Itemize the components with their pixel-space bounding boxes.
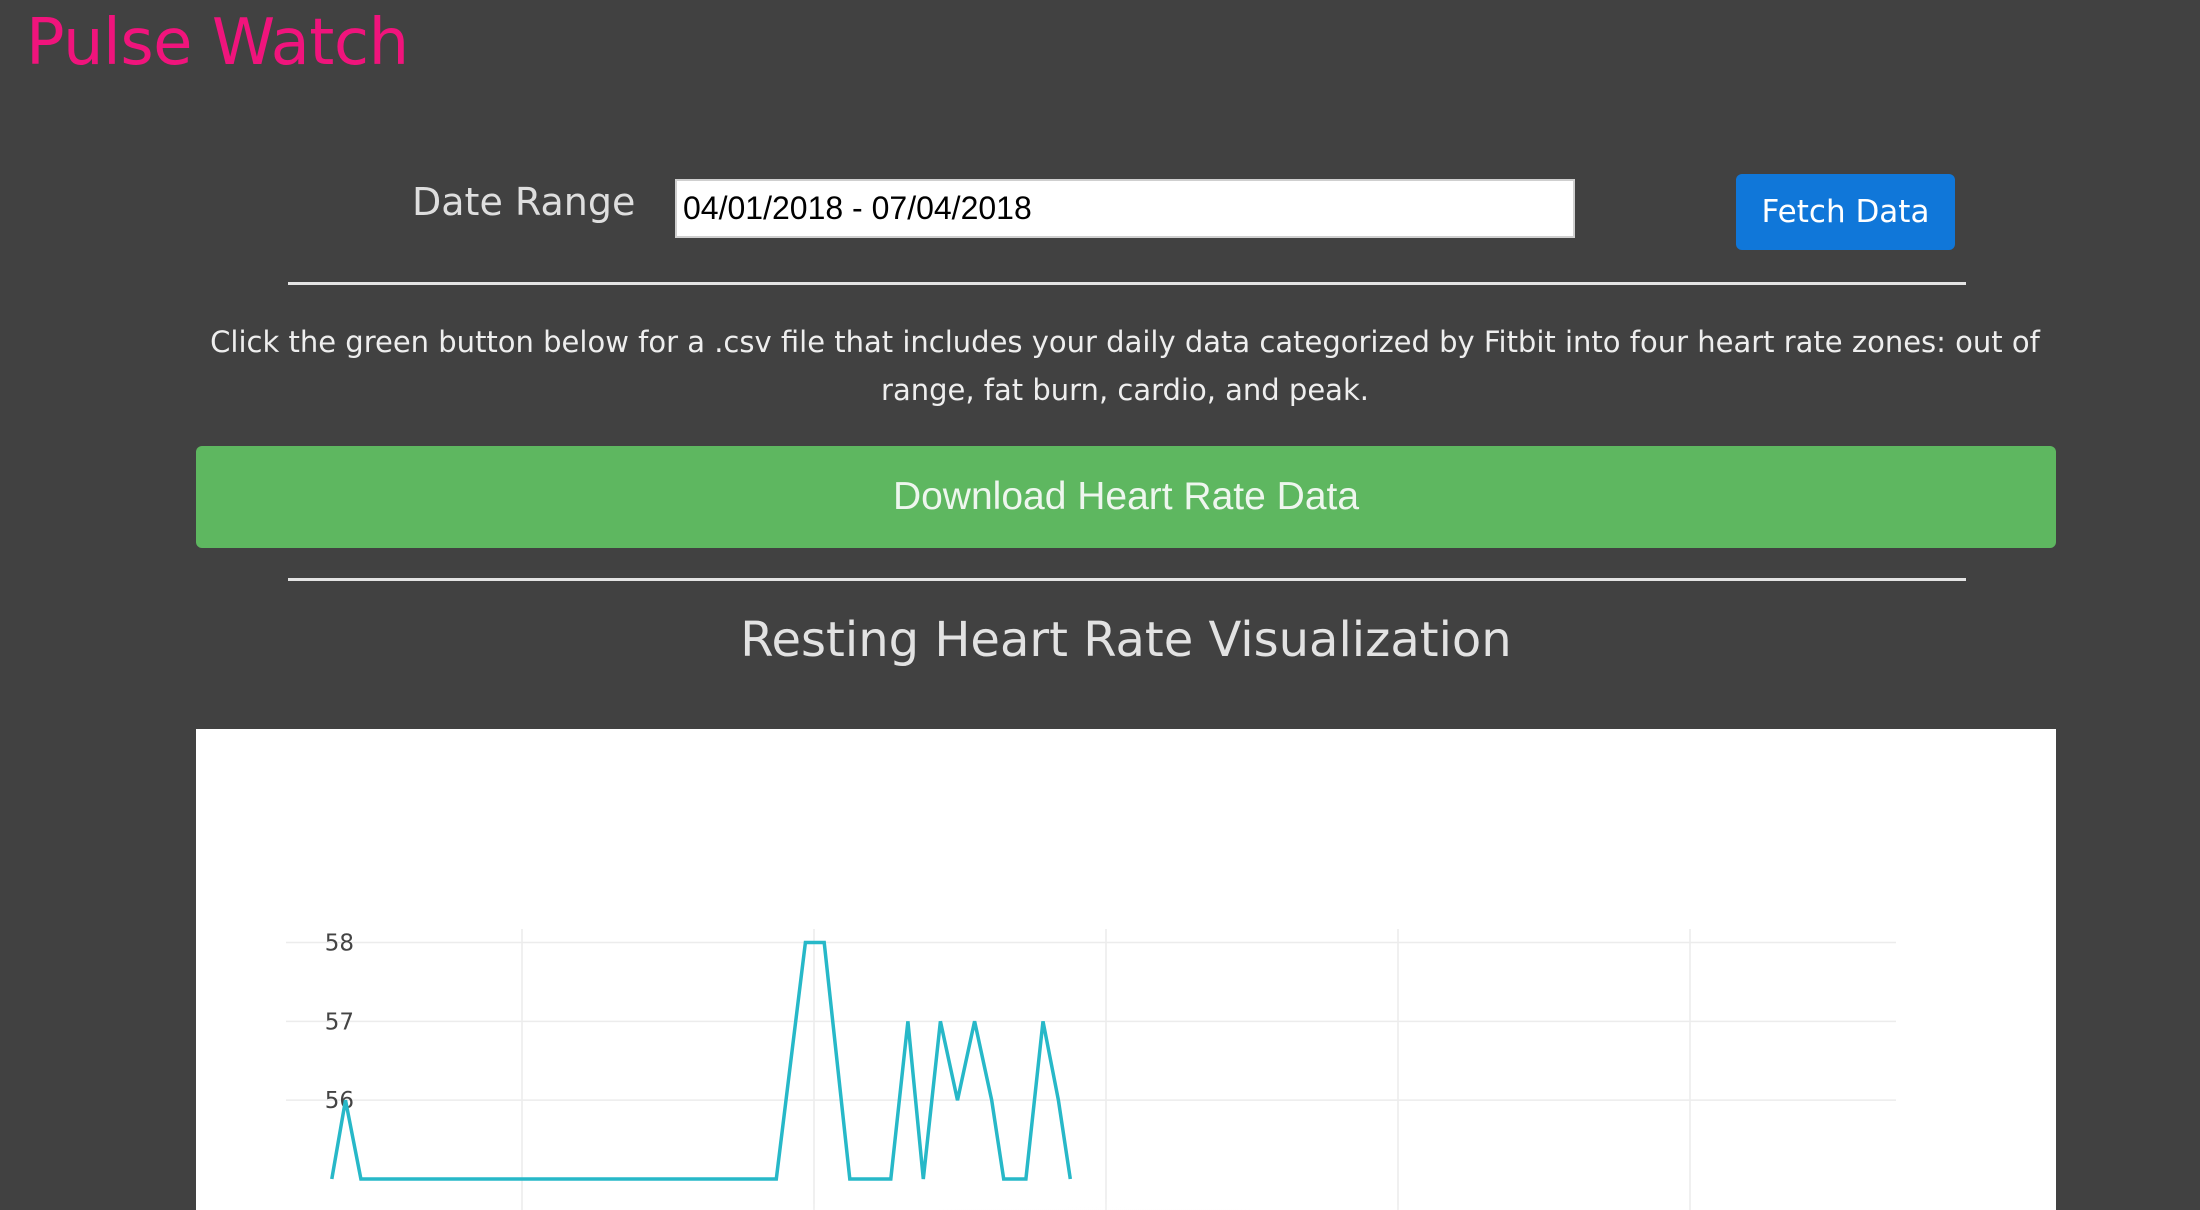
resting-heart-rate-chart[interactable]: 56 57 58: [196, 729, 2056, 1210]
chart-canvas: 56 57 58: [286, 929, 1896, 1210]
date-range-input[interactable]: [675, 179, 1575, 238]
bottom-fade: [446, 1149, 1746, 1210]
download-heart-rate-button[interactable]: Download Heart Rate Data: [196, 446, 2056, 548]
app-title: Pulse Watch: [26, 6, 409, 80]
y-tick-label: 57: [325, 1009, 354, 1035]
page: Pulse Watch Date Range Fetch Data Click …: [0, 0, 2200, 1210]
series-line-0[interactable]: [330, 940, 1073, 1181]
download-instructions: Click the green button below for a .csv …: [210, 325, 2040, 407]
date-range-label: Date Range: [412, 180, 636, 224]
visualization-title: Resting Heart Rate Visualization: [740, 612, 1512, 668]
y-tick-label: 58: [325, 930, 354, 956]
bottom-divider: [288, 578, 1966, 581]
y-tick-label: 56: [325, 1088, 354, 1114]
top-divider: [288, 282, 1966, 285]
fetch-data-button[interactable]: Fetch Data: [1736, 174, 1955, 250]
